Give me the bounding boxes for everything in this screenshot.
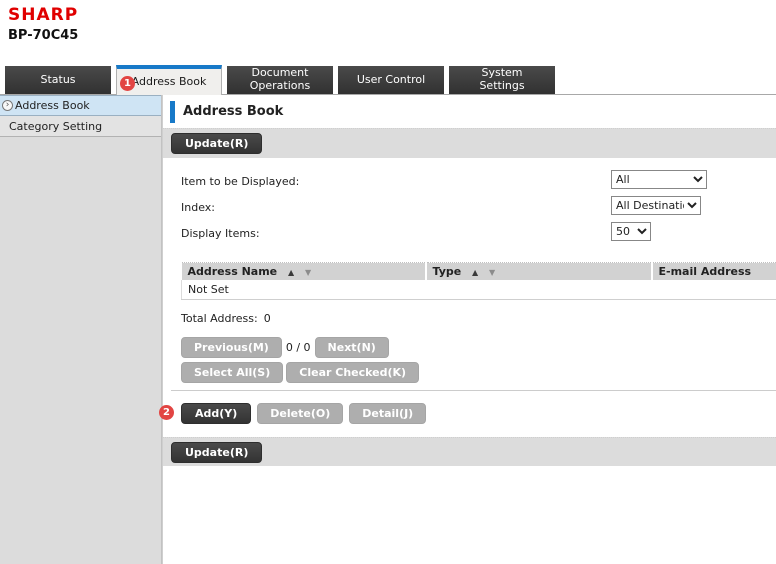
total-address-label: Total Address: [181,312,258,325]
select-all-button[interactable]: Select All(S) [181,362,283,383]
delete-button[interactable]: Delete(O) [257,403,343,424]
detail-button[interactable]: Detail(J) [349,403,426,424]
total-address-row: Total Address: 0 [181,312,776,325]
update-button-bottom[interactable]: Update(R) [171,442,262,463]
sidebar-item-address-book-label: Address Book [15,99,90,112]
total-address-value: 0 [264,312,271,325]
sidebar-item-category-setting-label: Category Setting [9,120,102,133]
index-label: Index: [181,201,215,214]
tab-document-operations[interactable]: Document Operations [227,66,333,94]
sidebar-item-category-setting[interactable]: Category Setting [0,116,161,137]
top-toolbar: Update(R) [163,128,776,158]
tab-status[interactable]: Status [5,66,111,94]
filter-row-item-displayed: Item to be Displayed: All [181,168,776,194]
page-title-row: Address Book [163,95,776,128]
address-table-header-row: Address Name ▲ ▼ Type ▲ ▼ E-mail Address [182,263,776,281]
chevron-right-circle-icon: › [2,100,13,111]
sort-descending-icon[interactable]: ▼ [489,268,495,277]
column-header-type: Type ▲ ▼ [426,263,652,281]
tab-address-book[interactable]: 1 Address Book [116,65,222,95]
bottom-toolbar: Update(R) [163,437,776,466]
pagination-row: Previous(M) 0 / 0 Next(N) [181,337,776,358]
page-counter: 0 / 0 [286,341,311,354]
column-header-address-name: Address Name ▲ ▼ [182,263,426,281]
page-header: SHARP BP-70C45 [0,0,776,62]
actions-row: 2 Add(Y) Delete(O) Detail(J) [181,403,776,424]
filter-section: Item to be Displayed: All Index: All Des… [163,158,776,246]
device-model: BP-70C45 [8,28,78,43]
sidebar-item-address-book[interactable]: › Address Book [0,95,161,116]
sharp-logo: SHARP [8,5,78,25]
section-divider [171,390,776,391]
sidebar: › Address Book Category Setting [0,95,162,564]
item-displayed-select[interactable]: All [611,170,707,189]
update-button-top[interactable]: Update(R) [171,133,262,154]
next-button[interactable]: Next(N) [315,337,389,358]
previous-button[interactable]: Previous(M) [181,337,282,358]
top-tab-bar: Status 1 Address Book Document Operation… [0,62,776,95]
sort-descending-icon[interactable]: ▼ [305,268,311,277]
item-displayed-label: Item to be Displayed: [181,175,299,188]
display-items-select[interactable]: 50 [611,222,651,241]
step-2-badge: 2 [159,405,174,420]
selection-row: Select All(S) Clear Checked(K) [181,362,776,383]
add-button[interactable]: Add(Y) [181,403,251,424]
column-header-email: E-mail Address [652,263,776,281]
tab-address-book-label: Address Book [132,76,207,89]
step-1-badge: 1 [120,76,135,91]
clear-checked-button[interactable]: Clear Checked(K) [286,362,419,383]
cell-email [652,280,776,300]
sort-ascending-icon[interactable]: ▲ [288,268,294,277]
tab-user-control[interactable]: User Control [338,66,444,94]
table-row[interactable]: Not Set [182,280,776,300]
filter-row-index: Index: All Destinations [181,194,776,220]
main-content: Address Book Update(R) Item to be Displa… [162,95,776,564]
cell-address-name: Not Set [182,280,426,300]
tab-system-settings[interactable]: System Settings [449,66,555,94]
page-title: Address Book [183,104,283,119]
cell-type [426,280,652,300]
filter-row-display-items: Display Items: 50 [181,220,776,246]
display-items-label: Display Items: [181,227,260,240]
title-accent-bar [170,101,175,123]
index-select[interactable]: All Destinations [611,196,701,215]
sort-ascending-icon[interactable]: ▲ [472,268,478,277]
address-table: Address Name ▲ ▼ Type ▲ ▼ E-mail Address… [181,262,776,300]
